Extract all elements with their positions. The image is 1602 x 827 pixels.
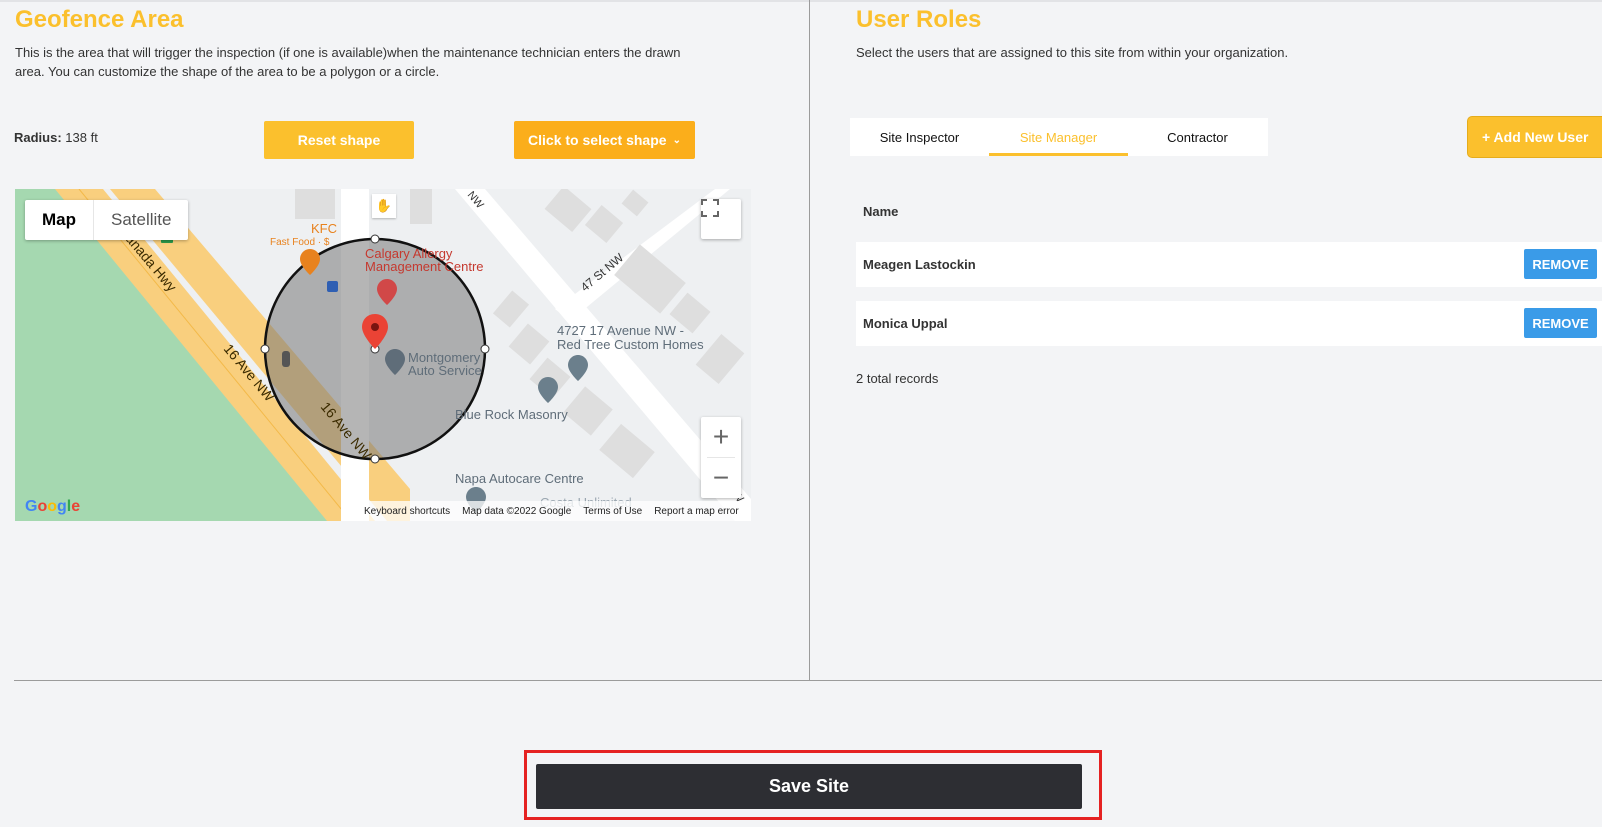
remove-button[interactable]: REMOVE <box>1524 308 1597 338</box>
circle-handle-left <box>260 344 270 354</box>
map-data-text: Map data ©2022 Google <box>462 505 572 517</box>
label-napa: Napa Autocare Centre <box>455 471 584 486</box>
column-header-name: Name <box>863 204 899 219</box>
table-row: Monica Uppal REMOVE <box>856 301 1602 346</box>
user-roles-description: Select the users that are assigned to th… <box>856 45 1289 60</box>
bus-stop-icon <box>327 281 338 292</box>
total-records: 2 total records <box>856 371 939 386</box>
zoom-in-button[interactable]: + <box>701 417 741 457</box>
map-footer: Keyboard shortcuts Map data ©2022 Google… <box>358 501 745 521</box>
user-name: Monica Uppal <box>863 316 948 331</box>
terms-of-use-link[interactable]: Terms of Use <box>583 506 642 517</box>
select-shape-label: Click to select shape <box>528 132 667 148</box>
label-fast-food: Fast Food · $ <box>270 237 330 248</box>
circle-handle-top <box>370 234 380 244</box>
remove-button[interactable]: REMOVE <box>1524 249 1597 279</box>
map-type-map-button[interactable]: Map <box>25 200 94 240</box>
report-map-error-link[interactable]: Report a map error <box>654 506 738 517</box>
keyboard-shortcuts-link[interactable]: Keyboard shortcuts <box>364 506 450 517</box>
poi-pin-icon-2 <box>568 355 588 381</box>
radius-value: 138 ft <box>65 130 98 145</box>
traffic-light-icon <box>282 351 290 367</box>
fullscreen-button[interactable] <box>701 199 741 239</box>
user-roles-title: User Roles <box>856 6 982 33</box>
radius-display: Radius: 138 ft <box>14 130 98 145</box>
label-calgary-2: Management Centre <box>365 259 484 274</box>
add-new-user-button[interactable]: + Add New User <box>1468 117 1602 157</box>
geofence-map[interactable]: KFC Fast Food · $ anada Hwy Calgary Alle… <box>15 189 751 521</box>
top-border <box>0 0 1602 2</box>
save-site-button[interactable]: Save Site <box>536 764 1082 809</box>
table-row: Meagen Lastockin REMOVE <box>856 242 1602 287</box>
reset-shape-button[interactable]: Reset shape <box>264 121 414 159</box>
fullscreen-icon <box>701 199 719 217</box>
google-logo: Google <box>25 498 81 515</box>
hand-tool-icon[interactable]: ✋ <box>372 194 396 218</box>
geofence-title: Geofence Area <box>15 6 184 33</box>
map-type-toggle: Map Satellite <box>25 200 189 240</box>
tab-contractor[interactable]: Contractor <box>1128 118 1267 156</box>
label-kfc: KFC <box>311 221 337 236</box>
role-tabs: Site Inspector Site Manager Contractor <box>850 118 1268 156</box>
radius-label: Radius: <box>14 130 62 145</box>
user-name: Meagen Lastockin <box>863 257 976 272</box>
select-shape-dropdown[interactable]: Click to select shape ⌄ <box>514 121 695 159</box>
zoom-controls: + − <box>701 417 741 498</box>
circle-handle-right <box>480 344 490 354</box>
label-montgomery-2: Auto Service <box>408 363 482 378</box>
geofence-description: This is the area that will trigger the i… <box>15 45 681 79</box>
label-address-1: 4727 17 Avenue NW - <box>557 323 684 338</box>
zoom-out-button[interactable]: − <box>701 458 741 498</box>
poi-pin-icon-3 <box>538 377 558 403</box>
panel-divider-vertical <box>809 0 810 680</box>
map-type-satellite-button[interactable]: Satellite <box>94 200 188 240</box>
label-address-2: Red Tree Custom Homes <box>557 337 704 352</box>
chevron-down-icon: ⌄ <box>672 134 681 146</box>
panel-divider-horizontal <box>14 680 1602 681</box>
circle-handle-bottom <box>370 454 380 464</box>
label-blue-rock: Blue Rock Masonry <box>455 407 568 422</box>
tab-site-inspector[interactable]: Site Inspector <box>850 118 989 156</box>
tab-site-manager[interactable]: Site Manager <box>989 118 1128 156</box>
